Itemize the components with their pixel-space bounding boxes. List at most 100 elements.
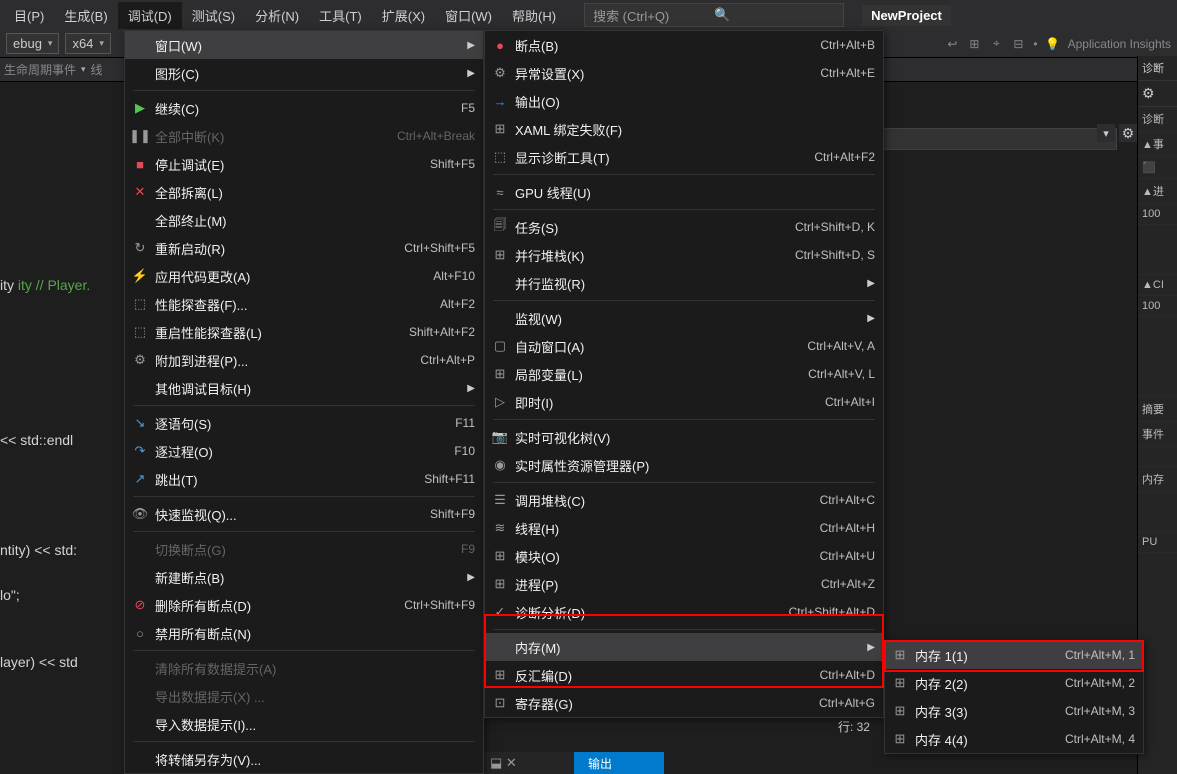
menu-project[interactable]: 目(P) [4,2,54,29]
memory-icon: ⊞ [885,675,915,691]
menu-item-label: 继续(C) [155,99,443,118]
tool-icon[interactable]: ⊟ [1011,37,1025,51]
debug-menu-item[interactable]: 新建断点(B)▶ [125,563,483,591]
menu-item-label: 实时可视化树(V) [515,428,875,447]
window-menu-item[interactable]: ≈GPU 线程(U) [485,178,883,206]
debug-menu-item[interactable]: ↷逐过程(O)F10 [125,437,483,465]
window-menu-item[interactable]: ≋线程(H)Ctrl+Alt+H [485,514,883,542]
global-search[interactable]: 搜索 (Ctrl+Q) 🔍 [584,3,844,27]
tool-icon[interactable]: ⊞ [967,37,981,51]
tab-summary[interactable]: 摘要 [1138,397,1177,422]
window-menu-item[interactable]: ●断点(B)Ctrl+Alt+B [485,31,883,59]
window-menu-item[interactable]: ⊞XAML 绑定失败(F) [485,115,883,143]
window-menu-item[interactable]: ⊞反汇编(D)Ctrl+Alt+D [485,661,883,689]
diag-events[interactable]: ▲事 [1138,132,1177,157]
menu-separator [493,629,875,630]
debug-menu-item[interactable]: 全部终止(M) [125,206,483,234]
memory-menu-item[interactable]: ⊞内存 3(3)Ctrl+Alt+M, 3 [885,697,1143,725]
debug-menu-item[interactable]: ⚙附加到进程(P)...Ctrl+Alt+P [125,346,483,374]
window-menu-item[interactable]: ⊞局部变量(L)Ctrl+Alt+V, L [485,360,883,388]
menu-analyze[interactable]: 分析(N) [245,2,309,29]
debug-menu-item: 切换断点(G)F9 [125,535,483,563]
window-menu-item[interactable]: 内存(M)▶ [485,633,883,661]
life-events[interactable]: 生命周期事件 [4,61,76,78]
menu-item-icon: ⬚ [485,149,515,165]
window-menu-item[interactable]: ⊞并行堆栈(K)Ctrl+Shift+D, S [485,241,883,269]
menu-separator [133,90,475,91]
tab-events[interactable]: 事件 [1138,422,1177,447]
tool-icon[interactable]: ⌖ [989,37,1003,51]
debug-menu-item[interactable]: ↗跳出(T)Shift+F11 [125,465,483,493]
memory-menu-item[interactable]: ⊞内存 4(4)Ctrl+Alt+M, 4 [885,725,1143,753]
memory-menu-item[interactable]: ⊞内存 1(1)Ctrl+Alt+M, 1 [885,641,1143,669]
window-menu-item[interactable]: 并行监视(R)▶ [485,269,883,297]
debug-menu-item[interactable]: 👁快速监视(Q)...Shift+F9 [125,500,483,528]
menu-test[interactable]: 测试(S) [182,2,245,29]
window-menu-item[interactable]: ◉实时属性资源管理器(P) [485,451,883,479]
window-menu-item[interactable]: ☰调用堆栈(C)Ctrl+Alt+C [485,486,883,514]
menu-item-label: 全部终止(M) [155,211,475,230]
menu-item-icon: 📷 [485,429,515,445]
lightbulb-icon[interactable]: 💡 [1046,37,1060,51]
window-menu-item[interactable]: ⚙异常设置(X)Ctrl+Alt+E [485,59,883,87]
debug-menu-item[interactable]: ▶继续(C)F5 [125,94,483,122]
debug-menu-item[interactable]: 将转储另存为(V)... [125,745,483,773]
window-menu-item[interactable]: ▢自动窗口(A)Ctrl+Alt+V, A [485,332,883,360]
diag-header: 诊断 [1138,56,1177,81]
menu-item-label: 导入数据提示(I)... [155,715,475,734]
tab-memory[interactable]: 内存 [1138,467,1177,492]
menu-item-shortcut: Shift+F11 [424,472,475,486]
diag-process[interactable]: ▲进 [1138,179,1177,204]
config-select[interactable]: ebug▾ [6,33,59,54]
tab-pu[interactable]: PU [1138,532,1177,553]
window-menu-item[interactable]: ⊞模块(O)Ctrl+Alt+U [485,542,883,570]
window-menu-item[interactable]: →输出(O) [485,87,883,115]
memory-menu-item[interactable]: ⊞内存 2(2)Ctrl+Alt+M, 2 [885,669,1143,697]
diag-cpu[interactable]: ▲CI [1138,275,1177,296]
output-tab[interactable]: 输出 [574,752,664,774]
debug-menu-item[interactable]: 导入数据提示(I)... [125,710,483,738]
debug-menu-item[interactable]: ↻重新启动(R)Ctrl+Shift+F5 [125,234,483,262]
menu-item-icon: ⊞ [485,667,515,683]
menu-separator [133,531,475,532]
debug-menu-item[interactable]: 窗口(W)▶ [125,31,483,59]
project-name[interactable]: NewProject [862,5,951,26]
menu-help[interactable]: 帮助(H) [502,2,566,29]
menu-separator [493,482,875,483]
window-menu-item[interactable]: 📷实时可视化树(V) [485,423,883,451]
menu-build[interactable]: 生成(B) [54,2,117,29]
debug-menu-item[interactable]: ⬚性能探查器(F)...Alt+F2 [125,290,483,318]
tool-icon[interactable]: ↩ [945,37,959,51]
dropdown-button[interactable]: ▾ [1097,124,1115,142]
debug-menu-item[interactable]: ↘逐语句(S)F11 [125,409,483,437]
debug-menu-item[interactable]: ✕全部拆离(L) [125,178,483,206]
window-menu-item[interactable]: ▷即时(I)Ctrl+Alt+I [485,388,883,416]
gear-icon[interactable]: ⚙ [1138,81,1177,107]
debug-menu-item[interactable]: ⊘删除所有断点(D)Ctrl+Shift+F9 [125,591,483,619]
thread-selector[interactable]: 线 [91,61,103,78]
menu-tools[interactable]: 工具(T) [309,2,372,29]
menu-item-shortcut: Ctrl+Shift+D, S [795,248,875,262]
debug-menu-item[interactable]: ○禁用所有断点(N) [125,619,483,647]
window-menu-item[interactable]: ⬚显示诊断工具(T)Ctrl+Alt+F2 [485,143,883,171]
window-menu-item[interactable]: 🗐任务(S)Ctrl+Shift+D, K [485,213,883,241]
menu-item-icon: ⊞ [485,548,515,564]
menu-item-label: 停止调试(E) [155,155,412,174]
window-menu-item[interactable]: ⊞进程(P)Ctrl+Alt+Z [485,570,883,598]
gear-icon[interactable]: ⚙ [1119,124,1137,142]
debug-menu-item[interactable]: ⬚重启性能探查器(L)Shift+Alt+F2 [125,318,483,346]
platform-select[interactable]: x64▾ [65,33,111,54]
window-menu-item[interactable]: 监视(W)▶ [485,304,883,332]
menu-window[interactable]: 窗口(W) [435,2,502,29]
window-menu-item[interactable]: ✓诊断分析(D)Ctrl+Shift+Alt+D [485,598,883,626]
menu-extensions[interactable]: 扩展(X) [372,2,435,29]
debug-menu-item[interactable]: ⚡应用代码更改(A)Alt+F10 [125,262,483,290]
menu-debug[interactable]: 调试(D) [118,2,182,29]
debug-menu-item[interactable]: 图形(C)▶ [125,59,483,87]
app-insights-label[interactable]: Application Insights [1068,37,1171,51]
window-menu-item[interactable]: ⊡寄存器(G)Ctrl+Alt+G [485,689,883,717]
debug-menu-item[interactable]: ■停止调试(E)Shift+F5 [125,150,483,178]
debug-menu-item[interactable]: 其他调试目标(H)▶ [125,374,483,402]
menu-item-shortcut: Ctrl+Alt+M, 1 [1065,648,1135,662]
menu-separator [133,496,475,497]
